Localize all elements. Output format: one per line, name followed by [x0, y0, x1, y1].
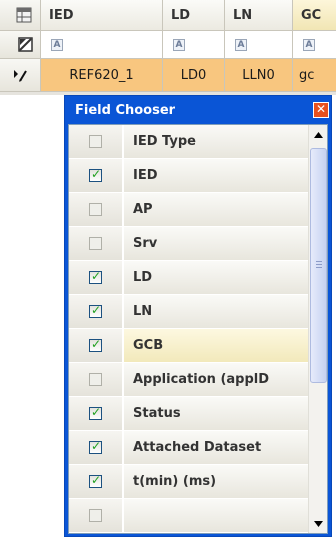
grid-header-row: IED LD LN GC	[0, 0, 336, 31]
check-icon: ✓	[91, 167, 102, 181]
field-label: Application (applD	[124, 363, 311, 396]
field-checkbox[interactable]: ✓	[89, 337, 102, 352]
column-header-gcb[interactable]: GC	[293, 0, 336, 31]
filter-cell-ied[interactable]: A	[41, 31, 163, 59]
edit-pencil-icon	[14, 70, 27, 82]
list-item[interactable]: AP	[69, 193, 311, 227]
checkbox-cell[interactable]: ✓	[69, 159, 123, 192]
field-chooser-titlebar[interactable]: Field Chooser ✕	[68, 96, 329, 124]
filter-cell-gcb[interactable]: A	[293, 31, 336, 59]
cell-ld[interactable]: LD0	[163, 59, 225, 92]
list-item[interactable]: ✓ LD	[69, 261, 311, 295]
field-label: LN	[124, 295, 311, 328]
check-icon: ✓	[91, 303, 102, 317]
field-checkbox[interactable]	[89, 509, 102, 522]
list-item[interactable]: Application (applD	[69, 363, 311, 397]
filter-row-header[interactable]	[0, 31, 41, 59]
list-item[interactable]: ✓ LN	[69, 295, 311, 329]
check-icon: ✓	[91, 269, 102, 283]
field-label: IED	[124, 159, 311, 192]
filter-operator-icon[interactable]: A	[173, 38, 185, 51]
filter-operator-icon[interactable]: A	[51, 38, 63, 51]
filter-operator-icon[interactable]: A	[235, 38, 247, 51]
field-checkbox[interactable]	[89, 135, 102, 148]
field-checkbox[interactable]: ✓	[89, 439, 102, 454]
column-header-label: LN	[233, 7, 253, 23]
field-label: GCB	[124, 329, 311, 362]
checkbox-cell[interactable]: ✓	[69, 295, 123, 328]
checkbox-cell[interactable]: ✓	[69, 431, 123, 464]
field-label: LD	[124, 261, 311, 294]
cell-gcb[interactable]: gc	[293, 59, 336, 92]
field-chooser-icon	[16, 7, 32, 23]
row-selector[interactable]	[0, 59, 41, 92]
field-checkbox[interactable]: ✓	[89, 269, 102, 284]
field-label	[124, 499, 311, 532]
checkbox-cell[interactable]	[69, 125, 123, 158]
checkbox-cell[interactable]	[69, 363, 123, 396]
field-checkbox[interactable]: ✓	[89, 167, 102, 182]
vertical-scrollbar[interactable]	[308, 125, 327, 533]
column-header-ln[interactable]: LN	[225, 0, 293, 31]
checkbox-cell[interactable]	[69, 193, 123, 226]
scroll-down-button[interactable]	[310, 515, 327, 532]
field-chooser-body: IED Type ✓ IED AP Srv ✓ LD ✓ LN ✓ GCB Application (…	[68, 124, 328, 534]
column-header-label: LD	[171, 7, 191, 23]
field-label: Attached Dataset	[124, 431, 311, 464]
checkbox-cell[interactable]	[69, 499, 123, 532]
data-grid: IED LD LN GC A A A A REF620_1 LD0 LLN0 g	[0, 0, 336, 95]
arrow-down-icon	[314, 520, 323, 527]
close-button[interactable]: ✕	[313, 102, 329, 118]
field-list: IED Type ✓ IED AP Srv ✓ LD ✓ LN ✓ GCB Application (…	[69, 125, 311, 533]
check-icon: ✓	[91, 439, 102, 453]
filter-operator-icon[interactable]: A	[303, 38, 315, 51]
check-icon: ✓	[91, 337, 102, 351]
filter-row-icon	[17, 37, 33, 52]
field-label: IED Type	[124, 125, 311, 158]
list-item[interactable]: ✓ Status	[69, 397, 311, 431]
checkbox-cell[interactable]	[69, 227, 123, 260]
grip-icon	[316, 261, 322, 268]
field-checkbox[interactable]	[89, 237, 102, 250]
list-item[interactable]: ✓ IED	[69, 159, 311, 193]
field-label: t(min) (ms)	[124, 465, 311, 498]
scroll-up-button[interactable]	[310, 126, 327, 143]
list-item[interactable]	[69, 499, 311, 533]
checkbox-cell[interactable]: ✓	[69, 329, 123, 362]
column-header-ied[interactable]: IED	[41, 0, 163, 31]
list-item[interactable]: ✓ GCB	[69, 329, 311, 363]
checkbox-cell[interactable]: ✓	[69, 465, 123, 498]
checkbox-cell[interactable]: ✓	[69, 397, 123, 430]
list-item[interactable]: IED Type	[69, 125, 311, 159]
field-chooser-dialog: Field Chooser ✕ IED Type ✓ IED AP Srv ✓ LD ✓ LN ✓…	[64, 95, 332, 537]
field-checkbox[interactable]: ✓	[89, 303, 102, 318]
field-checkbox[interactable]: ✓	[89, 473, 102, 488]
checkbox-cell[interactable]: ✓	[69, 261, 123, 294]
table-row[interactable]: REF620_1 LD0 LLN0 gc	[0, 59, 336, 92]
check-icon: ✓	[91, 405, 102, 419]
column-header-ld[interactable]: LD	[163, 0, 225, 31]
close-icon: ✕	[315, 102, 327, 116]
list-item[interactable]: ✓ Attached Dataset	[69, 431, 311, 465]
dialog-title: Field Chooser	[75, 102, 176, 118]
arrow-up-icon	[314, 131, 323, 138]
field-label: Srv	[124, 227, 311, 260]
field-label: Status	[124, 397, 311, 430]
column-header-label: IED	[49, 7, 74, 23]
grid-filter-row: A A A A	[0, 31, 336, 59]
scroll-thumb[interactable]	[310, 148, 327, 383]
field-checkbox[interactable]: ✓	[89, 405, 102, 420]
filter-cell-ld[interactable]: A	[163, 31, 225, 59]
list-item[interactable]: Srv	[69, 227, 311, 261]
list-item[interactable]: ✓ t(min) (ms)	[69, 465, 311, 499]
field-label: AP	[124, 193, 311, 226]
field-checkbox[interactable]	[89, 203, 102, 216]
field-checkbox[interactable]	[89, 373, 102, 386]
column-header-label: GC	[301, 7, 322, 23]
cell-ied[interactable]: REF620_1	[41, 59, 163, 92]
filter-cell-ln[interactable]: A	[225, 31, 293, 59]
check-icon: ✓	[91, 473, 102, 487]
field-chooser-button[interactable]	[0, 0, 41, 31]
cell-ln[interactable]: LLN0	[225, 59, 293, 92]
